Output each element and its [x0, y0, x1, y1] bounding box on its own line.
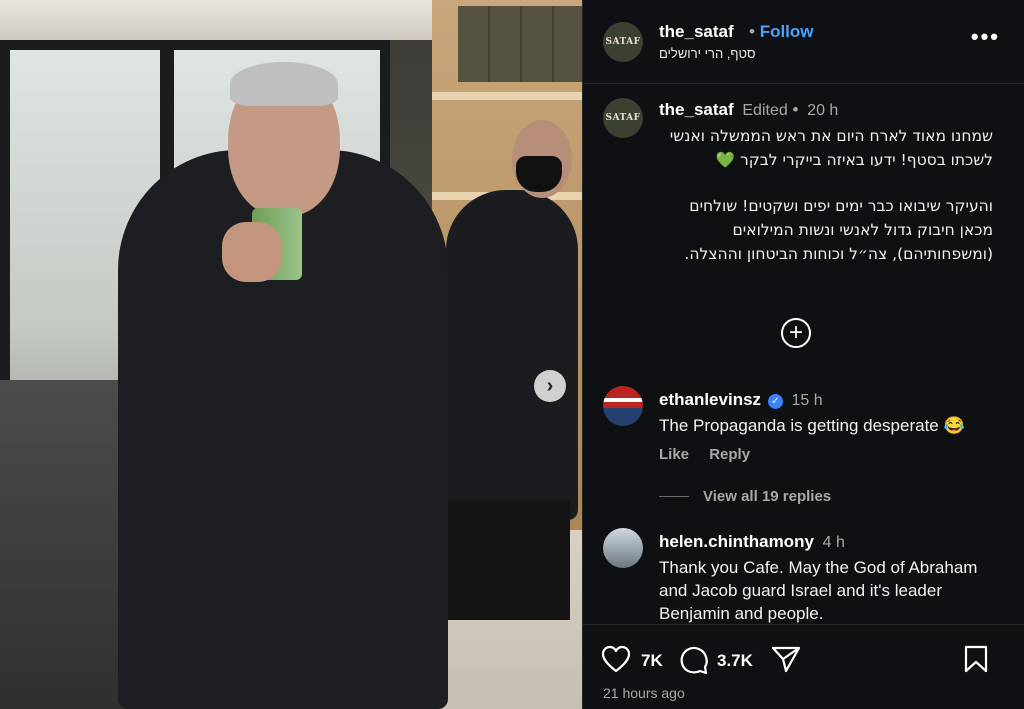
photo-guard-legs [440, 500, 570, 620]
caption-time: 20 h [807, 102, 839, 119]
photo-shelf-board [432, 92, 582, 100]
like-comment-button[interactable]: Like [659, 446, 689, 463]
comment-header: ethanlevinsz ✓ 15 h [659, 390, 823, 410]
photo-main-hair [230, 62, 338, 106]
avatar[interactable] [603, 386, 643, 426]
post-header: SATAF the_sataf • Follow סטף, הרי ירושלי… [583, 0, 1024, 84]
share-icon[interactable] [771, 645, 801, 673]
chevron-right-icon: › [546, 374, 554, 397]
photo-boxes [458, 6, 582, 82]
photo-hand [222, 222, 282, 282]
verified-badge-icon: ✓ [767, 394, 783, 409]
separator-dot: • [792, 100, 799, 119]
location-link[interactable]: סטף, הרי ירושלים [659, 46, 756, 61]
comment-text: The Propaganda is getting desperate 😂 [659, 416, 965, 435]
caption-text: שמחנו מאוד לארח היום את ראש הממשלה ואנשי… [659, 124, 993, 288]
more-options-icon[interactable]: ••• [971, 24, 1000, 50]
view-replies-label: View all 19 replies [703, 488, 832, 505]
reply-comment-button[interactable]: Reply [709, 446, 750, 463]
edited-label: Edited [742, 102, 788, 119]
next-photo-button[interactable]: › [534, 370, 566, 402]
comments-count[interactable]: 3.7K [717, 651, 753, 671]
avatar[interactable]: SATAF [603, 22, 643, 62]
comment-time: 15 h [791, 392, 823, 409]
post-footer: 7K 3.7K 21 hours ago [583, 624, 1024, 709]
follow-group: • Follow [749, 22, 814, 42]
post-side-panel: SATAF the_sataf • Follow סטף, הרי ירושלי… [582, 0, 1024, 709]
comment-time: 4 h [822, 534, 845, 551]
comment-username[interactable]: helen.chinthamony [659, 532, 814, 551]
photo-guard-body [446, 190, 578, 520]
post-photo[interactable]: › [0, 0, 582, 709]
comment-icon[interactable] [679, 645, 709, 675]
caption-paragraph: שמחנו מאוד לארח היום את ראש הממשלה ואנשי… [669, 127, 993, 169]
bookmark-icon[interactable] [963, 645, 989, 673]
avatar[interactable] [603, 528, 643, 568]
avatar[interactable]: SATAF [603, 98, 643, 138]
caption-header: the_sataf Edited • 20 h [659, 100, 838, 120]
comment-text: Thank you Cafe. May the God of Abraham a… [659, 558, 978, 623]
separator-dot: • [749, 22, 755, 41]
photo-guard-mask [516, 156, 562, 192]
caption-paragraph: והעיקר שיבואו כבר ימים יפים ושקטים! שולח… [684, 197, 993, 263]
view-replies-button[interactable]: View all 19 replies [659, 488, 831, 505]
username-link[interactable]: the_sataf [659, 22, 734, 42]
likes-count[interactable]: 7K [641, 651, 663, 671]
replies-divider [659, 496, 689, 497]
heart-icon[interactable] [601, 645, 631, 673]
comment-header: helen.chinthamony 4 h [659, 532, 845, 552]
follow-button[interactable]: Follow [760, 22, 814, 41]
comment-actions: Like Reply [659, 446, 766, 463]
post-timestamp: 21 hours ago [603, 685, 685, 701]
comment-username[interactable]: ethanlevinsz [659, 390, 761, 409]
plus-circle-icon[interactable]: + [781, 318, 811, 348]
caption-username[interactable]: the_sataf [659, 100, 734, 119]
